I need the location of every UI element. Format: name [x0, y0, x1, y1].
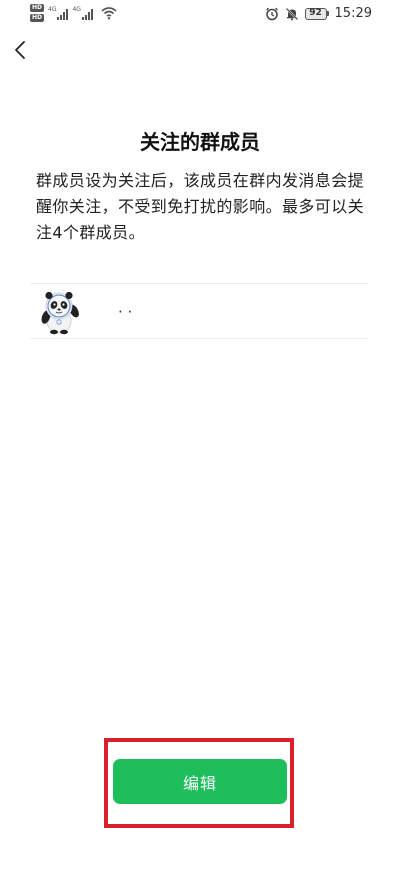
hd-badge-2: HD	[30, 14, 45, 22]
battery-level: 92	[304, 7, 327, 20]
hd-badge-1: HD	[30, 4, 45, 12]
alarm-icon	[265, 7, 278, 20]
status-bar-left: HD HD 4G 4G	[30, 4, 117, 22]
back-button[interactable]	[8, 36, 32, 64]
clock: 15:29	[334, 6, 372, 21]
signal-2: 4G	[72, 6, 93, 20]
network-type-1: 4G	[48, 6, 57, 13]
battery-tip	[326, 11, 329, 16]
signal-1: 4G	[48, 6, 69, 20]
member-name: · ·	[118, 303, 133, 321]
followed-member-list: · ·	[30, 283, 368, 339]
edit-button[interactable]: 编辑	[113, 759, 287, 804]
mute-bell-icon	[285, 7, 298, 20]
chevron-left-icon	[15, 41, 25, 59]
wifi-icon	[101, 7, 117, 20]
status-bar: HD HD 4G 4G 92 15:29	[0, 0, 400, 30]
signal-bars-icon	[81, 8, 93, 20]
network-type-2: 4G	[72, 6, 81, 13]
page-title: 关注的群成员	[140, 130, 260, 154]
panda-mascot-avatar-icon	[41, 291, 79, 335]
signal-bars-icon	[57, 8, 69, 20]
battery-icon: 92	[304, 7, 329, 20]
description-text: 群成员设为关注后，该成员在群内发消息会提醒你关注，不受到免打扰的影响。最多可以关…	[36, 171, 365, 242]
member-row[interactable]: · ·	[30, 284, 368, 340]
status-bar-right: 92 15:29	[265, 6, 372, 21]
hd-indicators: HD HD	[30, 4, 45, 22]
